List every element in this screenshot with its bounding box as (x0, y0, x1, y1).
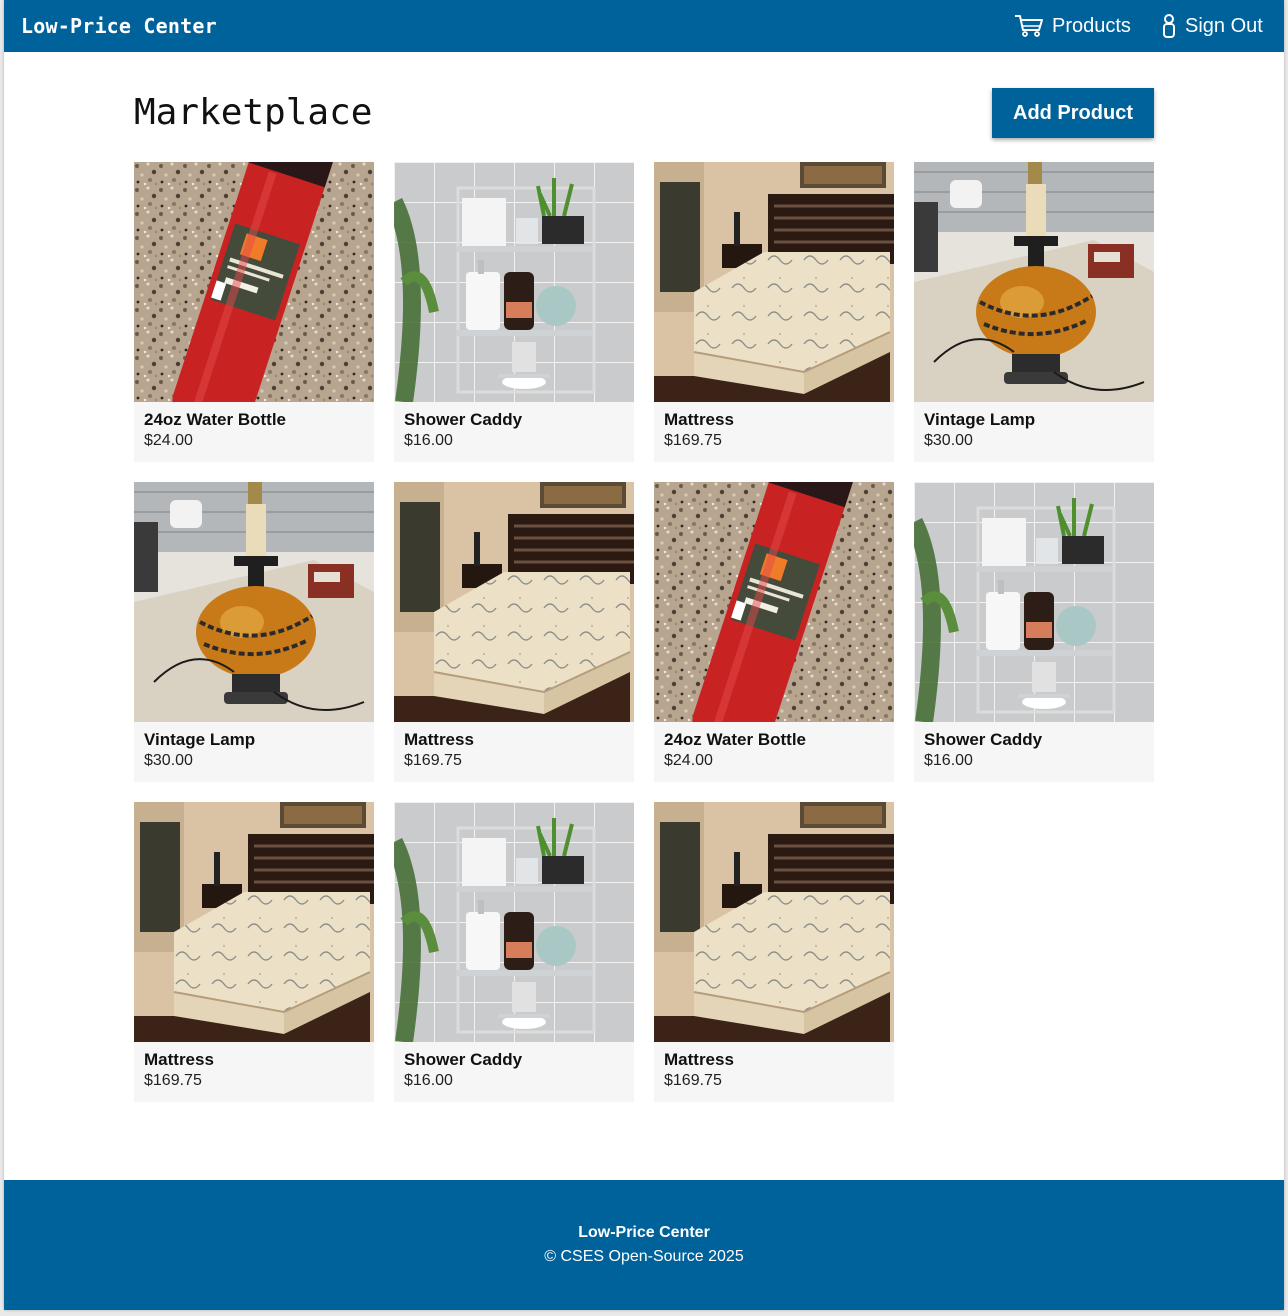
product-card[interactable]: Mattress $169.75 (654, 802, 894, 1102)
product-card[interactable]: 24oz Water Bottle $24.00 (134, 162, 374, 462)
page-title: Marketplace (134, 92, 373, 133)
product-info: Shower Caddy $16.00 (394, 402, 634, 452)
product-card[interactable]: 24oz Water Bottle $24.00 (654, 482, 894, 782)
add-product-button[interactable]: Add Product (992, 88, 1154, 138)
person-icon (1161, 14, 1177, 38)
product-info: Mattress $169.75 (654, 1042, 894, 1092)
product-name: Vintage Lamp (924, 410, 1036, 429)
product-name: 24oz Water Bottle (664, 730, 807, 749)
product-card[interactable]: Mattress $169.75 (654, 162, 894, 462)
product-name: Mattress (664, 1050, 734, 1069)
brand-logo[interactable]: Low-Price Center (21, 14, 217, 38)
product-price: $169.75 (144, 1072, 202, 1089)
product-image[interactable] (654, 482, 894, 722)
product-price: $169.75 (404, 752, 462, 769)
footer-copyright: © CSES Open-Source 2025 (544, 1248, 744, 1265)
product-card[interactable]: Vintage Lamp $30.00 (134, 482, 374, 782)
product-name: Shower Caddy (924, 730, 1043, 749)
nav-signout-label: Sign Out (1185, 14, 1263, 37)
product-info: Vintage Lamp $30.00 (134, 722, 374, 772)
nav-products-label: Products (1052, 14, 1131, 37)
product-price: $24.00 (664, 752, 713, 769)
product-name: Shower Caddy (404, 410, 523, 429)
nav-signout-link[interactable]: Sign Out (1161, 12, 1263, 40)
product-card[interactable]: Mattress $169.75 (134, 802, 374, 1102)
product-card[interactable]: Mattress $169.75 (394, 482, 634, 782)
product-price: $169.75 (664, 432, 722, 449)
product-image[interactable] (654, 162, 894, 402)
product-image[interactable] (654, 802, 894, 1042)
product-image[interactable] (914, 162, 1154, 402)
product-name: Mattress (404, 730, 474, 749)
top-navbar: Low-Price Center Products Sign Out (4, 0, 1284, 52)
product-price: $169.75 (664, 1072, 722, 1089)
product-info: 24oz Water Bottle $24.00 (134, 402, 374, 452)
product-name: Shower Caddy (404, 1050, 523, 1069)
product-name: Vintage Lamp (144, 730, 256, 749)
page-footer: Low-Price Center © CSES Open-Source 2025 (4, 1180, 1284, 1310)
footer-title: Low-Price Center (578, 1224, 710, 1241)
product-info: Shower Caddy $16.00 (394, 1042, 634, 1092)
product-info: Mattress $169.75 (654, 402, 894, 452)
product-name: Mattress (664, 410, 734, 429)
product-card[interactable]: Shower Caddy $16.00 (394, 162, 634, 462)
product-card[interactable]: Vintage Lamp $30.00 (914, 162, 1154, 462)
product-info: Vintage Lamp $30.00 (914, 402, 1154, 452)
nav-products-link[interactable]: Products (1014, 12, 1131, 40)
product-info: Shower Caddy $16.00 (914, 722, 1154, 772)
app-frame: Low-Price Center Products Sign Out Marke… (4, 0, 1284, 1310)
product-grid: 24oz Water Bottle $24.00 Shower Caddy $16.0… (134, 162, 1154, 1102)
product-info: Mattress $169.75 (394, 722, 634, 772)
product-image[interactable] (134, 162, 374, 402)
product-image[interactable] (134, 482, 374, 722)
product-price: $30.00 (144, 752, 193, 769)
product-card[interactable]: Shower Caddy $16.00 (914, 482, 1154, 782)
product-price: $16.00 (404, 1072, 453, 1089)
product-price: $16.00 (924, 752, 973, 769)
product-info: 24oz Water Bottle $24.00 (654, 722, 894, 772)
product-info: Mattress $169.75 (134, 1042, 374, 1092)
product-price: $30.00 (924, 432, 973, 449)
product-image[interactable] (394, 162, 634, 402)
product-name: Mattress (144, 1050, 214, 1069)
product-price: $24.00 (144, 432, 193, 449)
product-image[interactable] (914, 482, 1154, 722)
product-image[interactable] (394, 802, 634, 1042)
product-card[interactable]: Shower Caddy $16.00 (394, 802, 634, 1102)
product-image[interactable] (394, 482, 634, 722)
cart-icon (1014, 14, 1044, 38)
product-image[interactable] (134, 802, 374, 1042)
product-name: 24oz Water Bottle (144, 410, 287, 429)
product-price: $16.00 (404, 432, 453, 449)
